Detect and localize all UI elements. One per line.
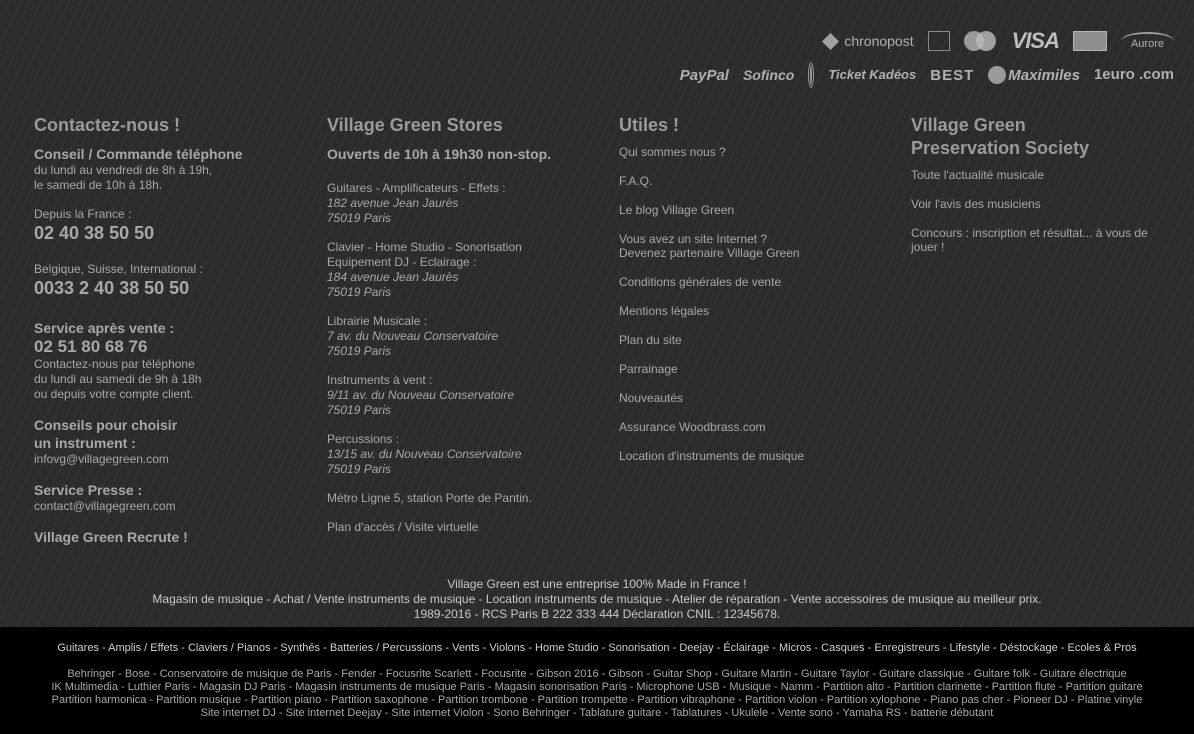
store-label: Librairie Musicale : xyxy=(327,314,428,328)
keyword-links: Behringer - Bose - Conservatoire de musi… xyxy=(0,655,1194,720)
keyword-line-1[interactable]: Behringer - Bose - Conservatoire de musi… xyxy=(40,668,1154,681)
contact-column: Contactez-nous ! Conseil / Commande télé… xyxy=(34,114,304,546)
phone-order-hours-2: le samedi de 10h à 18h. xyxy=(34,178,163,192)
store-address-2: 75019 Paris xyxy=(327,403,392,417)
store-address-1: 184 avenue Jean Jaurès xyxy=(327,270,459,284)
press-email-link[interactable]: contact@villagegreen.com xyxy=(34,499,304,514)
link-contest[interactable]: Concours : inscription et résultat... à … xyxy=(911,226,1171,254)
utiles-column: Utiles ! Qui sommes nous ? F.A.Q. Le blo… xyxy=(619,114,889,478)
payment-logos-row-1: chronopost VISA Aurore xyxy=(704,26,1174,56)
store-clavier: Clavier - Home Studio - Sonorisation Equ… xyxy=(327,240,597,300)
link-reviews[interactable]: Voir l'avis des musiciens xyxy=(911,197,1171,211)
store-label: Instruments à vent : xyxy=(327,373,433,387)
stores-title: Village Green Stores xyxy=(327,115,503,135)
bottom-bar: Guitares - Amplis / Effets - Claviers / … xyxy=(0,627,1194,734)
society-title-line-2: Preservation Society xyxy=(911,138,1090,158)
store-label-2: Equipement DJ - Eclairage : xyxy=(327,255,477,269)
store-label: Percussions : xyxy=(327,432,400,446)
link-about[interactable]: Qui sommes nous ? xyxy=(619,145,889,159)
link-referral[interactable]: Parrainage xyxy=(619,362,889,376)
partner-line-2: Devenez partenaire Village Green xyxy=(619,246,800,260)
maximiles-logo: Maximiles xyxy=(988,66,1080,84)
press-title: Service Presse : xyxy=(34,482,143,498)
link-rental[interactable]: Location d'instruments de musique xyxy=(619,449,889,463)
1euro-logo: 1euro .com xyxy=(1093,66,1174,83)
store-address-2: 75019 Paris xyxy=(327,211,392,225)
store-address-1: 9/11 av. du Nouveau Conservatoire xyxy=(327,388,515,402)
plan-access-link[interactable]: Plan d'accès / Visite virtuelle xyxy=(327,520,597,535)
link-sitemap[interactable]: Plan du site xyxy=(619,333,889,347)
intl-label: Belgique, Suisse, International : xyxy=(34,262,203,276)
mastercard-logo xyxy=(963,31,998,51)
france-phone[interactable]: 02 40 38 50 50 xyxy=(34,222,304,244)
after-sales-title: Service après vente : xyxy=(34,320,175,336)
advice-email-link[interactable]: infovg@villagegreen.com xyxy=(34,452,304,467)
seal-logo xyxy=(808,62,815,88)
store-address-2: 75019 Paris xyxy=(327,285,392,299)
link-faq[interactable]: F.A.Q. xyxy=(619,174,889,188)
legal-info: Village Green est une entreprise 100% Ma… xyxy=(0,577,1194,622)
stores-column: Village Green Stores Ouverts de 10h à 19… xyxy=(327,114,597,535)
store-label: Clavier - Home Studio - Sonorisation xyxy=(327,240,522,254)
keyword-line-3[interactable]: Partition harmonica - Partition musique … xyxy=(40,694,1154,707)
visa-logo: VISA xyxy=(1011,28,1060,53)
store-guitares: Guitares - Amplificateurs - Effets : 182… xyxy=(327,181,597,226)
after-sales-text-1: Contactez-nous par téléphone xyxy=(34,357,195,371)
credit-card-logo xyxy=(1072,31,1107,51)
payment-logos: chronopost VISA Aurore PayPal Sofinco Ti… xyxy=(680,26,1174,90)
utiles-title: Utiles ! xyxy=(619,115,680,135)
store-address-2: 75019 Paris xyxy=(327,344,392,358)
payment-logos-row-2: PayPal Sofinco Ticket Kadéos BEST Maximi… xyxy=(680,60,1174,90)
phone-order-hours-1: du lundi au vendredi de 8h à 19h, xyxy=(34,163,213,177)
stores-hours: Ouverts de 10h à 19h30 non-stop. xyxy=(327,146,552,162)
maximiles-m-icon xyxy=(988,66,1007,84)
link-blog[interactable]: Le blog Village Green xyxy=(619,203,889,217)
partner-line-1: Vous avez un site Internet ? xyxy=(619,232,768,246)
metro-info: Métro Ligne 5, station Porte de Pantin. xyxy=(327,491,532,505)
france-label: Depuis la France : xyxy=(34,207,132,221)
society-column: Village Green Preservation Society Toute… xyxy=(911,114,1171,269)
link-legal-notice[interactable]: Mentions légales xyxy=(619,304,889,318)
aurore-logo: Aurore xyxy=(1120,32,1174,50)
store-address-1: 182 avenue Jean Jaurès xyxy=(327,196,459,210)
link-new-products[interactable]: Nouveautés xyxy=(619,391,889,405)
after-sales-phone[interactable]: 02 51 80 68 76 xyxy=(34,337,304,357)
ticket-kadeos-logo: Ticket Kadéos xyxy=(828,67,917,82)
store-librairie: Librairie Musicale : 7 av. du Nouveau Co… xyxy=(327,314,597,359)
link-insurance[interactable]: Assurance Woodbrass.com xyxy=(619,420,889,434)
legal-line-3: 1989-2016 - RCS Paris B 222 333 444 Décl… xyxy=(413,607,781,621)
advice-title-1: Conseils pour choisir xyxy=(34,417,178,433)
store-vent: Instruments à vent : 9/11 av. du Nouveau… xyxy=(327,373,597,418)
after-sales-text-3: ou depuis votre compte client. xyxy=(34,387,194,401)
best-logo: BEST xyxy=(930,66,975,84)
link-cgv[interactable]: Conditions générales de vente xyxy=(619,275,889,289)
after-sales-text-2: du lundi au samedi de 9h à 18h xyxy=(34,372,202,386)
store-percussions: Percussions : 13/15 av. du Nouveau Conse… xyxy=(327,432,597,477)
paypal-logo: PayPal xyxy=(679,66,729,84)
link-news[interactable]: Toute l'actualité musicale xyxy=(911,168,1171,182)
link-partner[interactable]: Vous avez un site Internet ? Devenez par… xyxy=(619,232,889,260)
store-address-1: 13/15 av. du Nouveau Conservatoire xyxy=(327,447,522,461)
legal-line-2: Magasin de musique - Achat / Vente instr… xyxy=(152,592,1042,606)
small-card-logo xyxy=(927,31,950,51)
store-address-2: 75019 Paris xyxy=(327,462,392,476)
store-label: Guitares - Amplificateurs - Effets : xyxy=(327,181,506,195)
footer-columns: Contactez-nous ! Conseil / Commande télé… xyxy=(0,114,1194,564)
store-address-1: 7 av. du Nouveau Conservatoire xyxy=(327,329,499,343)
category-links[interactable]: Guitares - Amplis / Effets - Claviers / … xyxy=(0,627,1194,655)
intl-phone[interactable]: 0033 2 40 38 50 50 xyxy=(34,277,304,299)
keyword-line-2[interactable]: IK Multimedia - Luthier Paris - Magasin … xyxy=(40,681,1154,694)
chronopost-logo: chronopost xyxy=(822,32,914,50)
advice-title-2: un instrument : xyxy=(34,435,136,451)
contact-title: Contactez-nous ! xyxy=(34,115,180,135)
phone-order-title: Conseil / Commande téléphone xyxy=(34,146,243,162)
legal-line-1: Village Green est une entreprise 100% Ma… xyxy=(447,577,747,591)
chronopost-cube-icon xyxy=(822,32,840,50)
society-title-line-1: Village Green xyxy=(911,115,1026,135)
recruit-link[interactable]: Village Green Recrute ! xyxy=(34,528,304,546)
society-title: Village Green Preservation Society xyxy=(911,114,1171,160)
sofinco-logo: Sofinco xyxy=(742,67,795,83)
keyword-line-4[interactable]: Site internet DJ - Site internet Deejay … xyxy=(40,707,1154,720)
